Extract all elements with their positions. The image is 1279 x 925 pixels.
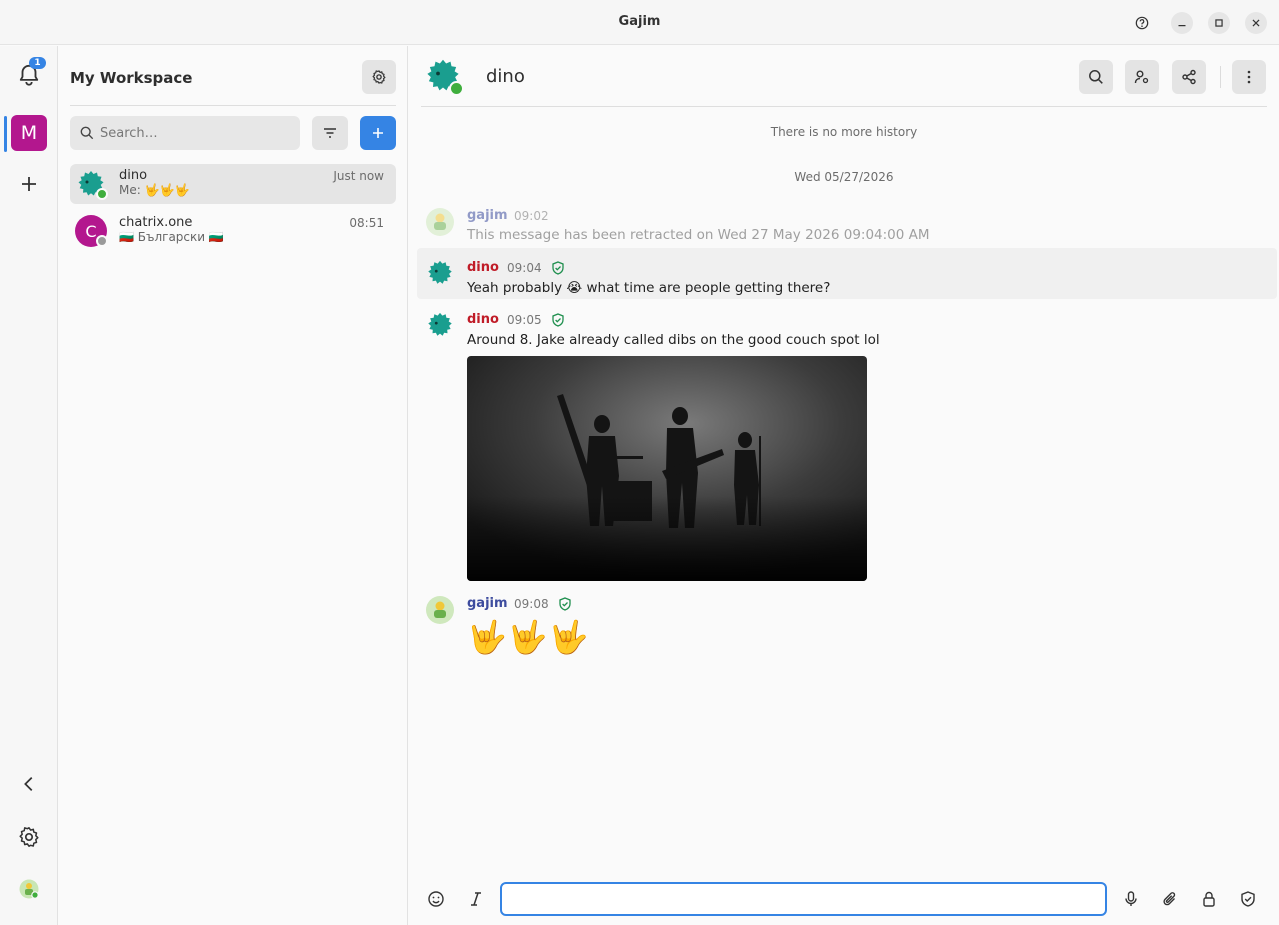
gear-icon[interactable] <box>17 825 41 849</box>
chat-time: 08:51 <box>349 216 384 230</box>
message-text: Yeah probably 😭 what time are people get… <box>467 280 831 296</box>
attachment-icon[interactable] <box>1161 890 1179 908</box>
chat-list-panel: My Workspace dino Me: 🤟🤟🤟 Just now C cha… <box>58 46 408 925</box>
message-row: gajim 09:02 This message has been retrac… <box>417 202 1277 246</box>
offline-status-dot <box>96 235 108 247</box>
chat-row-chatrix[interactable]: C chatrix.one 🇧🇬 Български 🇧🇬 08:51 <box>70 211 396 251</box>
chat-name: dino <box>119 168 148 183</box>
search-messages-button[interactable] <box>1079 60 1113 94</box>
message-author: gajim <box>467 596 508 611</box>
minimize-icon <box>1178 25 1186 27</box>
notification-badge: 1 <box>29 57 46 69</box>
filter-icon <box>324 128 336 138</box>
start-chat-button[interactable] <box>360 116 396 150</box>
divider <box>421 106 1267 107</box>
message-composer <box>409 868 1279 925</box>
more-vertical-icon <box>1247 70 1251 84</box>
online-status-dot <box>96 188 108 200</box>
message-text: Around 8. Jake already called dibs on th… <box>467 332 880 348</box>
date-divider: Wed 05/27/2026 <box>794 170 894 184</box>
collapse-chevron-icon[interactable] <box>18 773 40 795</box>
search-box[interactable] <box>70 116 300 150</box>
dino-avatar-icon <box>428 312 452 336</box>
verified-shield-icon[interactable] <box>551 313 565 327</box>
filter-button[interactable] <box>312 116 348 150</box>
italic-format-icon[interactable] <box>467 890 485 908</box>
plus-icon <box>373 128 383 138</box>
message-author: dino <box>467 312 499 327</box>
title-bar: Gajim <box>0 0 1279 45</box>
message-author: dino <box>467 260 499 275</box>
close-button[interactable] <box>1245 12 1267 34</box>
workspace-title: My Workspace <box>70 69 193 87</box>
online-status-dot <box>449 81 464 96</box>
dino-avatar-icon <box>428 260 452 284</box>
maximize-button[interactable] <box>1208 12 1230 34</box>
chat-preview: 🇧🇬 Български 🇧🇬 <box>119 230 224 244</box>
contact-details-button[interactable] <box>1125 60 1159 94</box>
add-workspace-icon[interactable] <box>17 172 41 196</box>
help-button[interactable] <box>1131 12 1153 34</box>
workspace-settings-button[interactable] <box>362 60 396 94</box>
window-title: Gajim <box>618 14 661 29</box>
microphone-icon[interactable] <box>1122 890 1140 908</box>
chat-preview: Me: 🤟🤟🤟 <box>119 183 190 197</box>
conversation-panel: dino There is no more history Wed 05/27/… <box>409 46 1279 925</box>
message-row: dino 09:04 Yeah probably 😭 what time are… <box>417 248 1277 299</box>
lock-icon[interactable] <box>1200 890 1218 908</box>
message-emoji-text: 🤟🤟🤟 <box>467 618 590 656</box>
user-settings-icon <box>1134 70 1149 84</box>
minimize-button[interactable] <box>1171 12 1193 34</box>
divider <box>70 105 396 106</box>
own-avatar-icon[interactable] <box>19 879 39 899</box>
no-history-label: There is no more history <box>770 125 918 139</box>
message-author: gajim <box>467 208 508 223</box>
divider <box>1220 66 1221 88</box>
emoji-icon[interactable] <box>427 890 445 908</box>
contact-name[interactable]: dino <box>486 66 525 87</box>
chat-name: chatrix.one <box>119 215 193 230</box>
message-time: 09:08 <box>514 597 549 611</box>
band-photo-image[interactable] <box>467 356 867 581</box>
help-icon <box>1135 16 1149 30</box>
search-icon <box>80 126 94 140</box>
chat-time: Just now <box>333 169 384 183</box>
share-icon <box>1182 69 1196 85</box>
encryption-shield-icon[interactable] <box>1239 890 1257 908</box>
message-time: 09:04 <box>507 261 542 275</box>
more-options-button[interactable] <box>1232 60 1266 94</box>
message-input[interactable] <box>500 882 1107 916</box>
search-icon <box>1089 70 1103 84</box>
verified-shield-icon[interactable] <box>551 261 565 275</box>
workspace-rail: 1 M <box>0 46 58 925</box>
gear-icon <box>372 70 386 84</box>
share-button[interactable] <box>1172 60 1206 94</box>
verified-shield-icon[interactable] <box>558 597 572 611</box>
close-icon <box>1252 19 1260 27</box>
workspace-active-indicator <box>4 116 7 152</box>
message-text: This message has been retracted on Wed 2… <box>467 227 930 243</box>
gajim-avatar-icon <box>426 596 454 624</box>
search-input[interactable] <box>100 116 295 150</box>
workspace-avatar[interactable]: M <box>11 115 47 151</box>
gajim-avatar-icon <box>426 208 454 236</box>
message-time: 09:02 <box>514 209 549 223</box>
maximize-icon <box>1215 19 1223 27</box>
message-time: 09:05 <box>507 313 542 327</box>
chat-row-dino[interactable]: dino Me: 🤟🤟🤟 Just now <box>70 164 396 204</box>
